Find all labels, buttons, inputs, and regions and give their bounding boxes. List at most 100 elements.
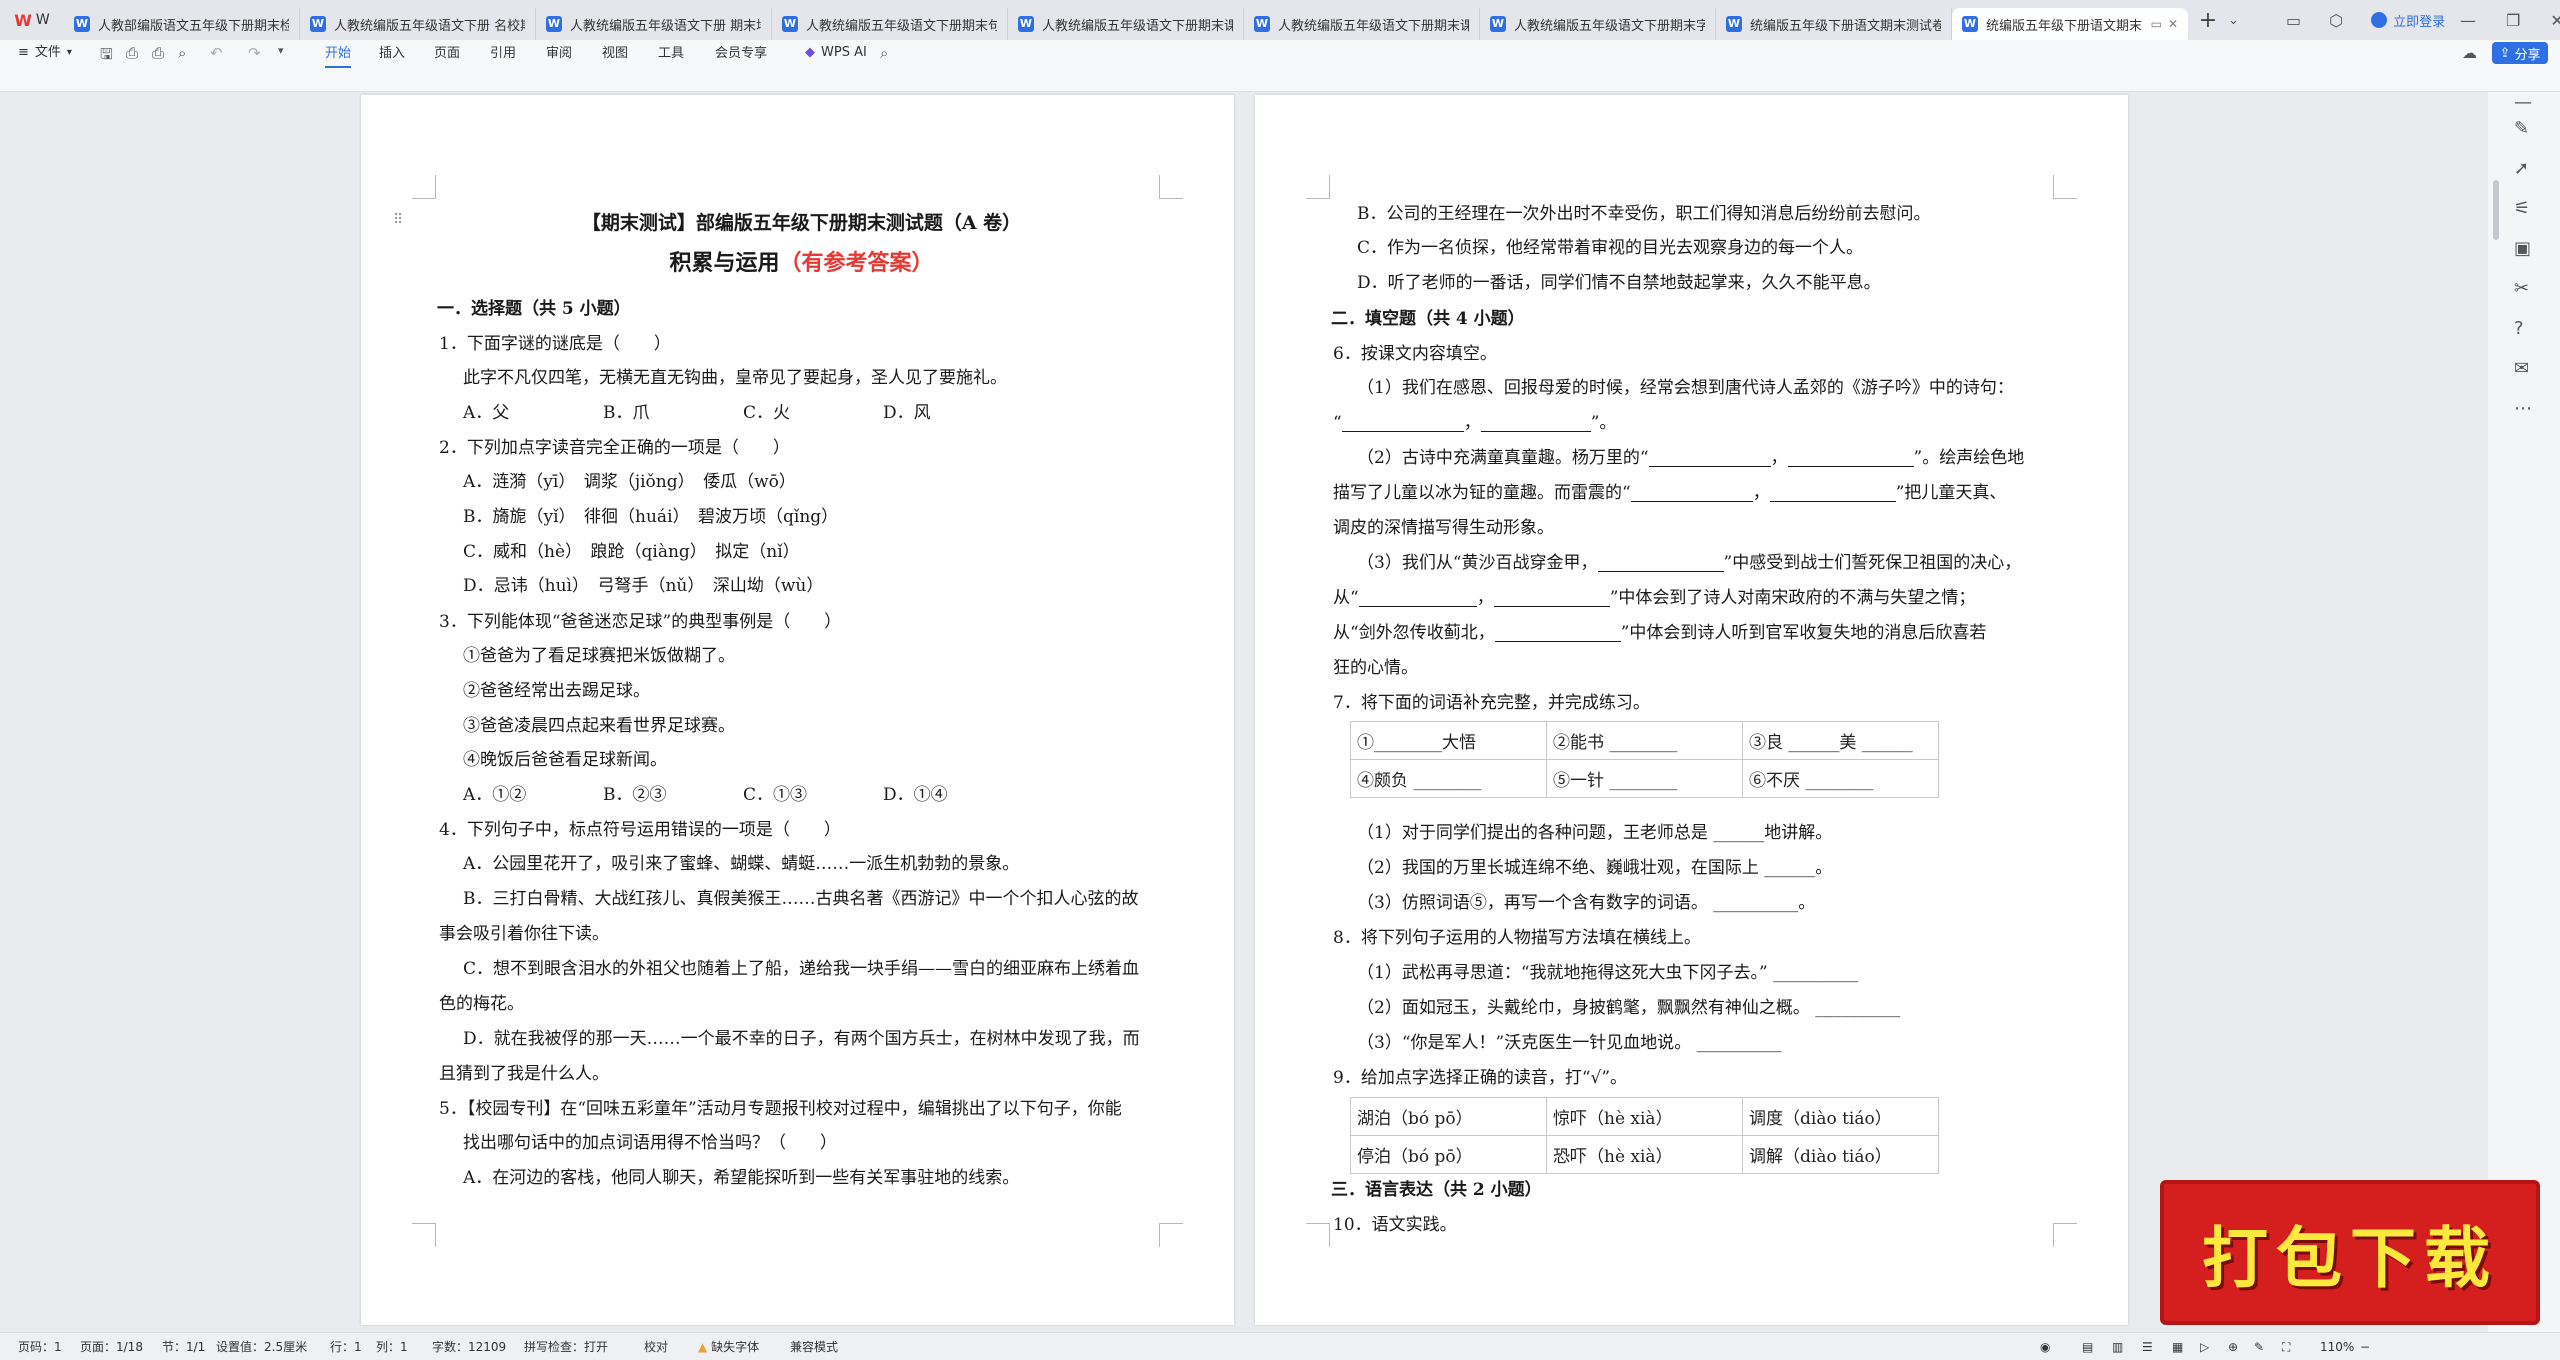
document-tab[interactable]: W 人教统编版五年级语文下册期末句子 <box>772 8 1008 40</box>
comma: ， <box>1752 483 1770 503</box>
view-read-icon[interactable]: ▦ <box>2172 1333 2183 1360</box>
question-4-option-b: B．三打白骨精、大战红孩儿、真假美猴王……古典名著《西游记》中一个个扣人心弦的故 <box>463 889 1139 909</box>
document-page-1[interactable]: 【期末测试】部编版五年级下册期末测试题（A 卷） 积累与运用（有参考答案） 一．… <box>361 95 1234 1325</box>
fill-blank[interactable] <box>1787 445 1914 467</box>
tab-home[interactable]: 开始 <box>325 40 352 68</box>
status-pages[interactable]: 页面：1/18 <box>80 1333 143 1360</box>
tab-monitor-icon[interactable]: ▭ <box>2151 17 2162 31</box>
document-tab[interactable]: W 统编版五年级下册语文期末 ▭ ✕ <box>1952 8 2188 40</box>
document-tab[interactable]: W 人教统编版五年级语文下册 期末培优 <box>536 8 772 40</box>
tab-view[interactable]: 视图 <box>602 40 628 68</box>
download-banner-text: 打包下载 <box>2202 1218 2498 1297</box>
tab-page[interactable]: 页面 <box>434 40 460 68</box>
export-icon[interactable]: ⎙ <box>126 44 138 62</box>
redo-icon[interactable]: ↷ <box>248 44 261 62</box>
quick-access-chevron-icon[interactable]: ▾ <box>278 44 284 57</box>
status-row[interactable]: 行：1 <box>330 1333 362 1360</box>
view-page-icon[interactable]: ▤ <box>2082 1333 2093 1360</box>
status-compat-mode[interactable]: 兼容模式 <box>790 1333 838 1360</box>
q6-3c-post: ”中体会到诗人听到官军收复失地的消息后欣喜若 <box>1620 623 1987 643</box>
table-cell: 惊吓（hè xià） <box>1546 1097 1743 1136</box>
document-page-2[interactable]: B．公司的王经理在一次外出时不幸受伤，职工们得知消息后纷纷前去慰问。 C．作为一… <box>1255 95 2128 1325</box>
wps-writer-icon: W <box>1490 16 1506 32</box>
print-icon[interactable]: ⎙ <box>152 44 164 62</box>
new-tab-button[interactable]: + <box>2188 8 2228 33</box>
status-word-count[interactable]: 字数：12109 <box>432 1333 506 1360</box>
tab-close-icon[interactable]: ✕ <box>2168 17 2178 31</box>
globe-icon[interactable]: ⊕ <box>2228 1333 2238 1360</box>
tab-insert[interactable]: 插入 <box>379 40 405 68</box>
search-icon[interactable]: ⌕ <box>880 44 888 62</box>
maximize-icon[interactable]: ❐ <box>2506 11 2520 30</box>
collapse-icon[interactable]: — <box>2514 92 2532 113</box>
document-tab[interactable]: W 人教统编版五年级语文下册期末字词 <box>1480 8 1716 40</box>
picture-icon[interactable]: ▣ <box>2514 238 2531 259</box>
play-icon[interactable]: ▷ <box>2200 1333 2209 1360</box>
status-section[interactable]: 节：1/1 <box>162 1333 205 1360</box>
drag-handle-icon[interactable]: ⠿ <box>393 212 403 228</box>
document-tab[interactable]: W 人教统编版五年级语文下册 名校期末 <box>300 8 536 40</box>
fill-blank[interactable] <box>1480 410 1591 432</box>
close-icon[interactable]: ✕ <box>2550 11 2560 30</box>
comma: ， <box>1476 588 1494 608</box>
share-button[interactable]: ⇪ 分享 <box>2492 42 2548 64</box>
minimize-icon[interactable]: — <box>2460 11 2476 30</box>
annotate-icon[interactable]: ✎ <box>2254 1333 2264 1360</box>
fill-blank[interactable] <box>1341 410 1464 432</box>
wps-home-tab[interactable]: W W <box>0 0 64 40</box>
tools-icon[interactable]: ✂ <box>2514 278 2529 299</box>
status-setting[interactable]: 设置值：2.5厘米 <box>216 1333 307 1360</box>
table-cell: ③良 ______美 ______ <box>1742 721 1939 760</box>
document-tab[interactable]: W 人教统编版五年级语文下册期末课内阅 <box>1008 8 1244 40</box>
help-icon[interactable]: ? <box>2514 318 2524 339</box>
question-2: 2．下列加点字读音完全正确的一项是（ ） <box>439 438 790 458</box>
pen-icon[interactable]: ✎ <box>2514 118 2529 139</box>
vertical-scrollbar[interactable] <box>2493 180 2499 240</box>
status-spell-check[interactable]: 拼写检查：打开 <box>524 1333 608 1360</box>
zoom-out-icon[interactable]: − <box>2360 1333 2370 1360</box>
fit-icon[interactable]: ⛶ <box>2282 1333 2290 1360</box>
tab-list-chevron-icon[interactable]: ⌄ <box>2228 13 2239 28</box>
save-icon[interactable]: 🖫 <box>100 44 113 69</box>
tab-references[interactable]: 引用 <box>490 40 516 68</box>
zoom-level[interactable]: 110% <box>2320 1333 2354 1360</box>
login-button[interactable]: 立即登录 <box>2371 11 2445 30</box>
fill-blank[interactable] <box>1494 620 1621 642</box>
status-page[interactable]: 页码：1 <box>18 1333 62 1360</box>
fill-blank[interactable] <box>1358 585 1477 607</box>
adjust-icon[interactable]: ⚟ <box>2514 198 2530 219</box>
view-outline-icon[interactable]: ☰ <box>2142 1333 2153 1360</box>
comma: ， <box>1770 448 1788 468</box>
skin-icon[interactable]: ⬡ <box>2329 11 2343 30</box>
download-banner[interactable]: 打包下载 <box>2160 1180 2540 1325</box>
file-menu[interactable]: ≡ 文件 ▾ <box>18 40 72 66</box>
option: D．①④ <box>883 785 948 805</box>
document-tab[interactable]: W 人教部编版语文五年级下册期末检测 <box>64 8 300 40</box>
fill-blank[interactable] <box>1769 480 1896 502</box>
comment-icon[interactable]: ☁ <box>2462 44 2477 62</box>
more-icon[interactable]: ⋯ <box>2514 398 2532 419</box>
tab-member[interactable]: 会员专享 <box>715 40 767 68</box>
status-missing-font[interactable]: ▲ 缺失字体 <box>698 1333 759 1360</box>
table-cell: 停泊（bó pō） <box>1350 1135 1547 1174</box>
view-web-icon[interactable]: ▥ <box>2112 1333 2123 1360</box>
select-icon[interactable]: ➚ <box>2514 158 2529 179</box>
fill-blank[interactable] <box>1630 480 1753 502</box>
wps-ai-button[interactable]: ◆ WPS AI <box>805 40 867 66</box>
tab-tools[interactable]: 工具 <box>658 40 684 68</box>
status-proofread[interactable]: 校对 <box>644 1333 668 1360</box>
document-tab[interactable]: W 统编版五年级下册语文期末测试卷 <box>1716 8 1952 40</box>
fill-blank[interactable] <box>1648 445 1771 467</box>
table-row: ①________大悟 ②能书 ________ ③良 ______美 ______ <box>1350 721 1939 760</box>
print-preview-icon[interactable]: ⌕ <box>178 44 186 62</box>
fill-blank[interactable] <box>1597 550 1724 572</box>
fill-blank[interactable] <box>1493 585 1610 607</box>
status-col[interactable]: 列：1 <box>376 1333 408 1360</box>
table-cell: ④颇负 ________ <box>1350 759 1547 798</box>
feedback-icon[interactable]: ✉ <box>2514 358 2529 379</box>
tab-review[interactable]: 审阅 <box>546 40 572 68</box>
document-tab[interactable]: W 人教统编版五年级语文下册期末课外阅 <box>1244 8 1480 40</box>
eye-protect-icon[interactable]: ◉ <box>2040 1333 2050 1360</box>
undo-icon[interactable]: ↶ <box>210 44 223 62</box>
window-layout-icon[interactable]: ▭ <box>2286 11 2301 30</box>
